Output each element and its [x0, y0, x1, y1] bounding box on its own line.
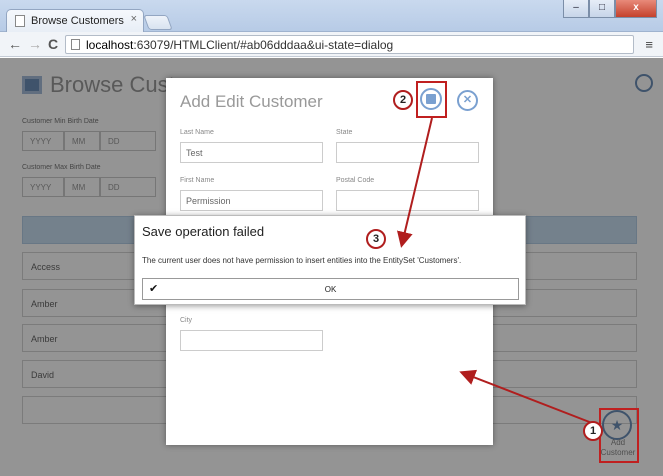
first-name-input[interactable]: Permission — [180, 190, 323, 211]
add-customer-highlight-box — [599, 408, 639, 463]
maximize-button[interactable]: □ — [589, 0, 615, 18]
tab-title: Browse Customers — [31, 15, 124, 27]
error-message-box: Save operation failed The current user d… — [134, 215, 526, 305]
minimize-button[interactable]: – — [563, 0, 589, 18]
browser-toolbar: ← → C localhost:63079/HTMLClient/#ab06dd… — [0, 32, 663, 57]
save-highlight-box — [416, 81, 447, 118]
message-title: Save operation failed — [142, 224, 265, 239]
last-name-input[interactable]: Test — [180, 142, 323, 163]
city-label: City — [180, 317, 193, 324]
tab-close-icon[interactable]: × — [131, 13, 137, 25]
address-bar[interactable]: localhost:63079/HTMLClient/#ab06dddaa&ui… — [65, 35, 634, 54]
close-icon[interactable]: ✕ — [457, 90, 478, 111]
city-input[interactable] — [180, 330, 323, 351]
window-controls: – □ x — [563, 0, 657, 18]
message-text: The current user does not have permissio… — [142, 256, 462, 265]
state-input[interactable] — [336, 142, 479, 163]
callout-1: 1 — [583, 421, 603, 441]
ok-button-label: OK — [324, 285, 337, 294]
state-label: State — [336, 129, 353, 136]
postal-code-label: Postal Code — [336, 177, 375, 184]
browser-titlebar: Browse Customers × – □ x — [0, 0, 663, 32]
back-icon[interactable]: ← — [8, 36, 22, 52]
postal-code-input[interactable] — [336, 190, 479, 211]
callout-3: 3 — [366, 229, 386, 249]
forward-icon[interactable]: → — [28, 36, 42, 52]
menu-icon[interactable]: ≡ — [645, 37, 653, 52]
page-icon — [71, 39, 80, 50]
browser-tab[interactable]: Browse Customers × — [6, 9, 144, 32]
url-host: localhost — [86, 38, 134, 52]
callout-2: 2 — [393, 90, 413, 110]
dialog-title: Add Edit Customer — [180, 92, 323, 111]
new-tab-button[interactable] — [143, 15, 173, 30]
url-path: :63079/HTMLClient/#ab06dddaa&ui-state=di… — [133, 38, 394, 52]
page-icon — [15, 15, 25, 27]
window-close-button[interactable]: x — [615, 0, 657, 18]
first-name-label: First Name — [180, 177, 215, 184]
last-name-label: Last Name — [180, 129, 214, 136]
reload-icon[interactable]: C — [48, 36, 58, 52]
ok-button[interactable]: ✔ OK — [142, 278, 519, 300]
